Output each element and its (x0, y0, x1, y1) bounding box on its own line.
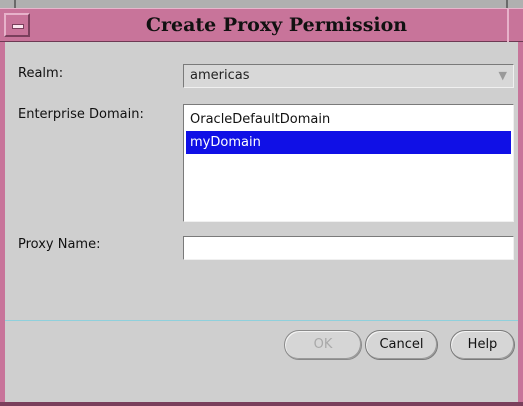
frame-notch-right (506, 0, 508, 8)
proxy-name-input[interactable] (183, 236, 514, 260)
list-item-oracledefaultdomain[interactable]: OracleDefaultDomain (186, 108, 511, 131)
bottom-inner-panel (5, 368, 518, 402)
cancel-button[interactable]: Cancel (365, 330, 438, 360)
window-border-right (518, 42, 523, 406)
frame-notch-left (14, 0, 16, 8)
realm-select[interactable]: americas ▼ (183, 64, 514, 88)
proxy-name-label: Proxy Name: (18, 237, 101, 252)
window-menu-bar (12, 24, 24, 29)
window-bottom-edge (0, 402, 523, 406)
window-border-bottom (0, 368, 523, 406)
enterprise-domain-label: Enterprise Domain: (18, 107, 144, 122)
help-button[interactable]: Help (450, 330, 515, 360)
window-frame-top (0, 0, 523, 8)
realm-label: Realm: (18, 66, 64, 81)
list-item-mydomain[interactable]: myDomain (186, 131, 511, 154)
dialog-window: Create Proxy Permission Realm: americas … (0, 0, 523, 406)
window-menu-icon[interactable] (4, 13, 30, 37)
title-bar-edge (507, 9, 509, 43)
button-bar: OK Cancel Help (5, 320, 518, 368)
ok-button[interactable]: OK (284, 330, 362, 360)
enterprise-domain-list[interactable]: OracleDefaultDomain myDomain (183, 104, 514, 222)
chevron-down-icon[interactable]: ▼ (499, 69, 507, 82)
title-bar[interactable]: Create Proxy Permission (0, 8, 523, 43)
dialog-title: Create Proxy Permission (145, 14, 408, 36)
realm-select-value: americas (190, 68, 250, 83)
